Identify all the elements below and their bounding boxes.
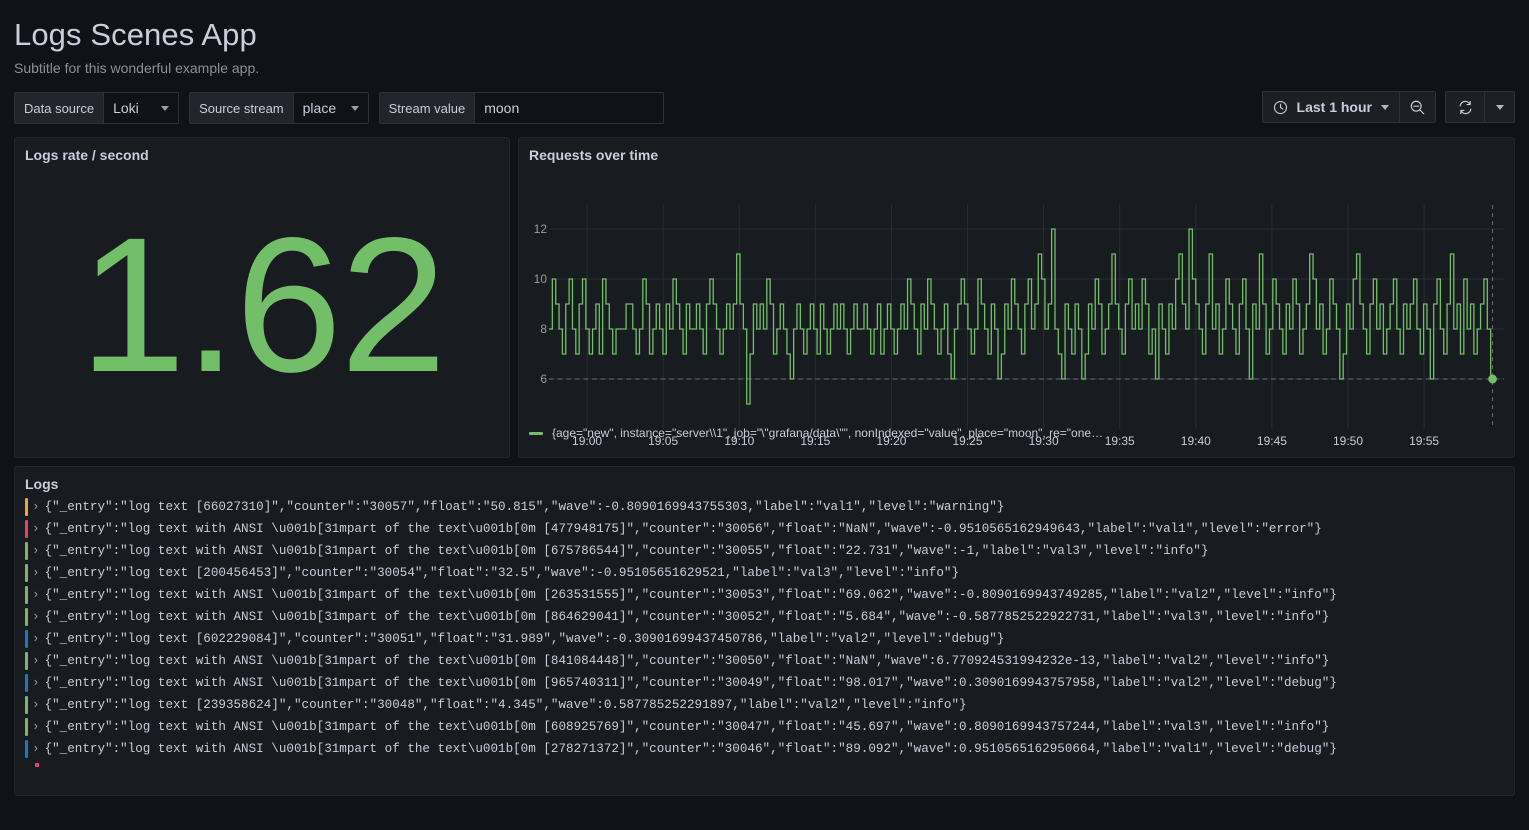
requests-line-chart — [549, 204, 1504, 429]
page-title: Logs Scenes App — [14, 0, 1515, 55]
log-line-text: {"_entry":"log text with ANSI \u001b[31m… — [45, 673, 1337, 693]
time-range-label: Last 1 hour — [1297, 99, 1372, 115]
x-axis-tick: 19:35 — [1105, 434, 1135, 448]
expand-log-row-icon[interactable]: › — [28, 541, 45, 561]
expand-log-row-icon[interactable]: › — [28, 717, 45, 737]
x-axis-tick: 19:50 — [1333, 434, 1363, 448]
log-row[interactable]: ›{"_entry":"log text [66027310]","counte… — [25, 497, 1514, 519]
y-axis-tick: 12 — [534, 222, 547, 236]
y-axis-tick: 6 — [540, 372, 547, 386]
source-stream-select[interactable]: place — [293, 92, 369, 124]
time-picker: Last 1 hour — [1262, 91, 1436, 123]
log-line-text: {"_entry":"log text [66027310]","counter… — [45, 497, 1005, 517]
logs-rate-panel: Logs rate / second 1.62 — [14, 137, 510, 458]
stream-value-label: Stream value — [379, 92, 475, 124]
datasource-label: Data source — [14, 92, 103, 124]
log-row[interactable]: ›{"_entry":"log text with ANSI \u001b[31… — [25, 607, 1514, 629]
legend-color-swatch — [529, 432, 543, 435]
expand-log-row-icon[interactable]: › — [28, 607, 45, 627]
x-axis-tick: 19:55 — [1409, 434, 1439, 448]
log-row[interactable]: ›{"_entry":"log text with ANSI \u001b[31… — [25, 673, 1514, 695]
clock-icon — [1273, 100, 1288, 115]
log-line-text: {"_entry":"log text with ANSI \u001b[31m… — [45, 585, 1337, 605]
dashboard-page: Logs Scenes App Subtitle for this wonder… — [0, 0, 1529, 830]
logs-rate-panel-title: Logs rate / second — [15, 138, 509, 164]
log-line-text: {"_entry":"log text with ANSI \u001b[31m… — [45, 717, 1330, 737]
datasource-control: Data source Loki — [14, 92, 179, 124]
chevron-down-icon — [351, 106, 359, 111]
y-axis-tick: 8 — [540, 322, 547, 336]
log-row[interactable]: ›{"_entry":"log text with ANSI \u001b[31… — [25, 519, 1514, 541]
expand-log-row-icon[interactable]: › — [28, 563, 45, 583]
log-line-text: {"_entry":"log text with ANSI \u001b[31m… — [45, 519, 1322, 539]
chevron-down-icon — [161, 106, 169, 111]
top-panel-row: Logs rate / second 1.62 Requests over ti… — [14, 137, 1515, 458]
source-stream-value: place — [303, 100, 336, 116]
chevron-down-icon — [1381, 105, 1389, 110]
controls-row: Data source Loki Source stream place Str… — [14, 91, 1515, 125]
logs-panel-title: Logs — [15, 467, 1514, 493]
requests-chart-body: 681012 19:0019:0519:1019:1519:2019:2519:… — [519, 164, 1514, 446]
log-line-text: {"_entry":"log text [200456453]","counte… — [45, 563, 959, 583]
datasource-select[interactable]: Loki — [103, 92, 179, 124]
logs-rate-value: 1.62 — [79, 209, 445, 401]
expand-log-row-icon[interactable]: › — [28, 695, 45, 715]
zoom-out-button[interactable] — [1399, 92, 1435, 122]
expand-log-row-icon[interactable]: › — [28, 629, 45, 649]
stream-value-input[interactable]: moon — [474, 92, 664, 124]
log-row[interactable]: ›{"_entry":"log text [200456453]","count… — [25, 563, 1514, 585]
requests-over-time-panel: Requests over time 681012 19:0019:0519:1… — [518, 137, 1515, 458]
log-row[interactable]: ›{"_entry":"log text with ANSI \u001b[31… — [25, 739, 1514, 761]
x-axis-tick: 19:40 — [1181, 434, 1211, 448]
log-row-partial — [35, 763, 39, 767]
legend-series-label: {age="new", instance="server\\1", job="\… — [552, 426, 1103, 440]
time-range-button[interactable]: Last 1 hour — [1263, 92, 1399, 122]
log-line-text: {"_entry":"log text [602229084]","counte… — [45, 629, 1005, 649]
expand-log-row-icon[interactable]: › — [28, 651, 45, 671]
requests-panel-title: Requests over time — [519, 138, 1514, 164]
logs-panel: Logs ›{"_entry":"log text [66027310]","c… — [14, 466, 1515, 796]
log-line-text: {"_entry":"log text with ANSI \u001b[31m… — [45, 541, 1209, 561]
expand-log-row-icon[interactable]: › — [28, 739, 45, 759]
expand-log-row-icon[interactable]: › — [28, 585, 45, 605]
stream-value-control: Stream value moon — [379, 92, 665, 124]
expand-log-row-icon[interactable]: › — [28, 497, 45, 517]
chart-legend[interactable]: {age="new", instance="server\\1", job="\… — [529, 426, 1103, 440]
source-stream-label: Source stream — [189, 92, 293, 124]
log-row[interactable]: ›{"_entry":"log text with ANSI \u001b[31… — [25, 585, 1514, 607]
logs-rate-body: 1.62 — [15, 164, 509, 446]
log-row[interactable]: ›{"_entry":"log text with ANSI \u001b[31… — [25, 541, 1514, 563]
refresh-control — [1445, 91, 1515, 123]
source-stream-control: Source stream place — [189, 92, 369, 124]
y-axis-tick: 10 — [534, 272, 547, 286]
log-line-text: {"_entry":"log text with ANSI \u001b[31m… — [45, 739, 1337, 759]
expand-log-row-icon[interactable]: › — [28, 673, 45, 693]
log-row[interactable]: ›{"_entry":"log text [602229084]","count… — [25, 629, 1514, 651]
logs-list[interactable]: ›{"_entry":"log text [66027310]","counte… — [15, 493, 1514, 793]
refresh-icon — [1457, 99, 1474, 116]
log-row[interactable]: ›{"_entry":"log text with ANSI \u001b[31… — [25, 717, 1514, 739]
log-row[interactable]: ›{"_entry":"log text [239358624]","count… — [25, 695, 1514, 717]
log-line-text: {"_entry":"log text with ANSI \u001b[31m… — [45, 607, 1330, 627]
chevron-down-icon — [1496, 105, 1504, 110]
refresh-button[interactable] — [1446, 92, 1484, 122]
expand-log-row-icon[interactable]: › — [28, 519, 45, 539]
requests-plot — [549, 204, 1504, 429]
datasource-value: Loki — [113, 100, 139, 116]
log-row[interactable]: ›{"_entry":"log text with ANSI \u001b[31… — [25, 651, 1514, 673]
log-line-text: {"_entry":"log text with ANSI \u001b[31m… — [45, 651, 1330, 671]
page-subtitle: Subtitle for this wonderful example app. — [14, 55, 1515, 79]
x-axis-tick: 19:45 — [1257, 434, 1287, 448]
time-controls: Last 1 hour — [1262, 91, 1515, 123]
log-line-text: {"_entry":"log text [239358624]","counte… — [45, 695, 967, 715]
zoom-out-icon — [1409, 99, 1426, 116]
y-axis: 6 8 10 12 — [519, 204, 547, 429]
refresh-interval-button[interactable] — [1484, 92, 1514, 122]
